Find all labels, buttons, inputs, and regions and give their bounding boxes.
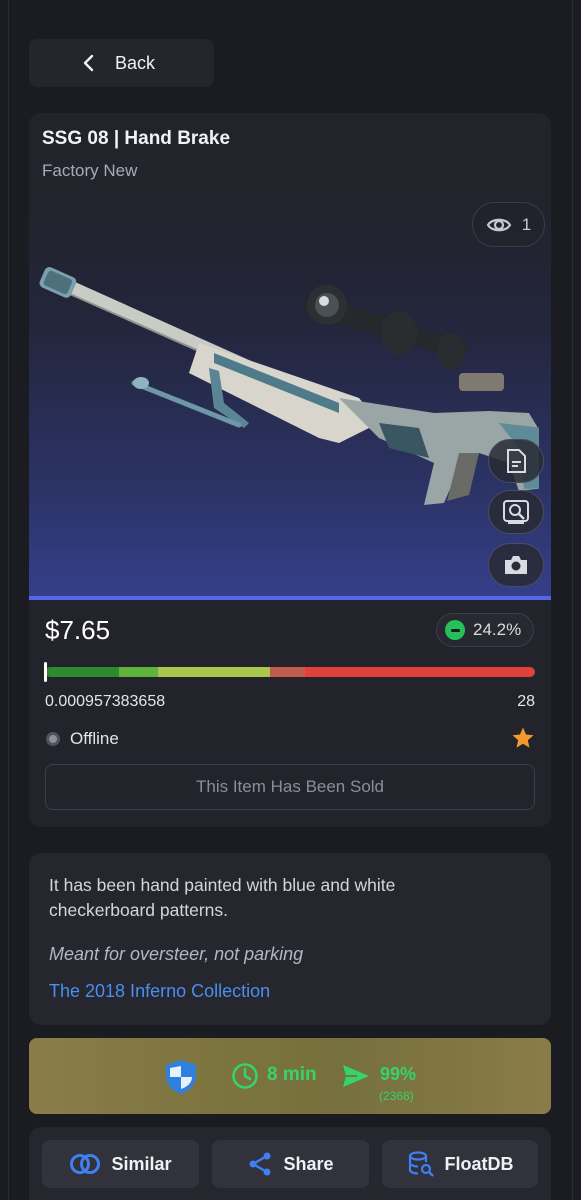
item-description: It has been hand painted with blue and w…: [49, 875, 396, 920]
view-count: 1: [472, 202, 545, 247]
item-title: SSG 08 | Hand Brake: [42, 128, 231, 149]
database-search-icon: [408, 1151, 434, 1177]
floatdb-button[interactable]: FloatDB: [382, 1140, 538, 1188]
item-flavor-text: Meant for oversteer, not parking: [49, 944, 304, 964]
trade-success-rate: 99%: [380, 1064, 417, 1084]
status-indicator: [46, 732, 60, 746]
item-wear: Factory New: [42, 161, 138, 180]
similar-label: Similar: [111, 1153, 172, 1174]
share-button[interactable]: Share: [212, 1140, 369, 1188]
document-icon: [507, 449, 526, 473]
share-label: Share: [283, 1153, 334, 1174]
collection-link[interactable]: The 2018 Inferno Collection: [49, 981, 270, 1002]
trade-info-bar: 8 min 99% (2368): [29, 1038, 551, 1114]
similar-button[interactable]: Similar: [42, 1140, 199, 1188]
back-button[interactable]: Back: [29, 39, 214, 87]
sold-status-button: This Item Has Been Sold: [45, 764, 535, 810]
back-label: Back: [115, 52, 156, 73]
send-icon: [343, 1065, 369, 1087]
rings-icon: [70, 1154, 101, 1174]
trade-time: 8 min: [267, 1064, 317, 1085]
paint-seed: 28: [517, 693, 535, 710]
floatdb-label: FloatDB: [444, 1153, 514, 1174]
rifle-image: [39, 267, 539, 505]
item-price: $7.65: [45, 615, 111, 645]
preview-accent-line: [29, 596, 551, 600]
minus-icon: [445, 620, 465, 640]
star-icon[interactable]: [511, 726, 535, 750]
description-card: It has been hand painted with blue and w…: [29, 853, 551, 1025]
float-value: 0.000957383658: [45, 693, 166, 710]
clock-icon: [232, 1063, 258, 1089]
view-count-value: 1: [521, 214, 532, 234]
item-card: SSG 08 | Hand Brake Factory New 1 $7.65 …: [29, 113, 551, 827]
shield-icon: [166, 1060, 196, 1094]
eye-icon: [486, 218, 512, 231]
screenshot-button[interactable]: [488, 543, 544, 587]
share-icon: [249, 1152, 271, 1176]
trade-count: (2368): [379, 1089, 414, 1103]
discount-value: 24.2%: [473, 620, 522, 639]
chevron-left-icon: [83, 54, 94, 72]
inspect-icon: [503, 500, 529, 524]
camera-icon: [505, 556, 527, 574]
float-wear-bar: [45, 667, 535, 677]
discount-badge: 24.2%: [436, 613, 534, 647]
inspect-details-button[interactable]: [488, 439, 544, 483]
inspect-in-game-button[interactable]: [488, 490, 544, 534]
actions-bar: Similar Share FloatDB: [29, 1127, 551, 1200]
status-label: Offline: [70, 729, 119, 748]
